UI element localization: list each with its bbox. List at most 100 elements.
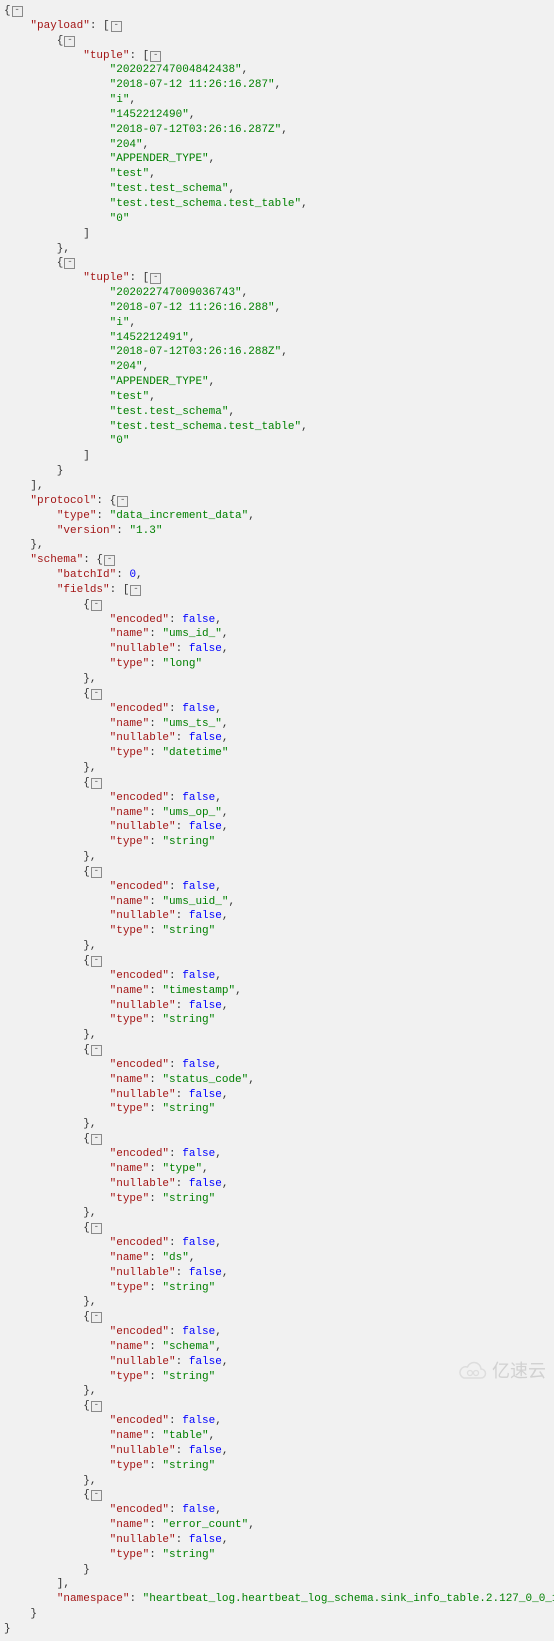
json-key: "type" xyxy=(110,1193,150,1205)
json-string-value: "test.test_schema" xyxy=(110,406,229,418)
json-key: "nullable" xyxy=(110,1445,176,1457)
json-key: "nullable" xyxy=(110,910,176,922)
json-string-value: "2018-07-12T03:26:16.287Z" xyxy=(110,124,282,136)
json-string-value: "0" xyxy=(110,435,130,447)
json-string-value: "2018-07-12 11:26:16.288" xyxy=(110,302,275,314)
json-string-value: "ums_uid_" xyxy=(162,896,228,908)
json-boolean-value: false xyxy=(182,970,215,982)
json-boolean-value: false xyxy=(182,881,215,893)
json-string-value: "long" xyxy=(162,658,202,670)
collapse-toggle-icon[interactable]: - xyxy=(91,1490,102,1501)
json-boolean-value: false xyxy=(182,1504,215,1516)
json-key: "encoded" xyxy=(110,1504,169,1516)
json-key: "schema" xyxy=(30,554,83,566)
json-key: "name" xyxy=(110,1341,150,1353)
json-string-value: "string" xyxy=(162,1460,215,1472)
json-key: "type" xyxy=(57,510,97,522)
collapse-toggle-icon[interactable]: - xyxy=(91,1312,102,1323)
json-boolean-value: false xyxy=(189,1178,222,1190)
json-key: "name" xyxy=(110,1163,150,1175)
json-string-value: "datetime" xyxy=(162,747,228,759)
json-string-value: "status_code" xyxy=(162,1074,248,1086)
json-string-value: "string" xyxy=(162,1193,215,1205)
collapse-toggle-icon[interactable]: - xyxy=(104,555,115,566)
json-key: "name" xyxy=(110,896,150,908)
collapse-toggle-icon[interactable]: - xyxy=(64,36,75,47)
json-string-value: "schema" xyxy=(162,1341,215,1353)
collapse-toggle-icon[interactable]: - xyxy=(91,1223,102,1234)
json-string-value: "test" xyxy=(110,168,150,180)
json-key: "name" xyxy=(110,718,150,730)
collapse-toggle-icon[interactable]: - xyxy=(117,496,128,507)
json-key: "encoded" xyxy=(110,1326,169,1338)
collapse-toggle-icon[interactable]: - xyxy=(91,778,102,789)
collapse-toggle-icon[interactable]: - xyxy=(91,600,102,611)
json-string-value: "0" xyxy=(110,213,130,225)
json-string-value: "ums_id_" xyxy=(162,628,221,640)
json-key: "fields" xyxy=(57,584,110,596)
json-string-value: "2018-07-12T03:26:16.288Z" xyxy=(110,346,282,358)
json-key: "type" xyxy=(110,1282,150,1294)
json-key: "encoded" xyxy=(110,1148,169,1160)
json-key: "name" xyxy=(110,628,150,640)
json-key: "encoded" xyxy=(110,792,169,804)
json-key: "type" xyxy=(110,658,150,670)
json-key: "encoded" xyxy=(110,1059,169,1071)
json-key: "name" xyxy=(110,1074,150,1086)
cloud-logo-icon xyxy=(458,1360,488,1382)
collapse-toggle-icon[interactable]: - xyxy=(64,258,75,269)
collapse-toggle-icon[interactable]: - xyxy=(91,867,102,878)
json-boolean-value: false xyxy=(182,1415,215,1427)
collapse-toggle-icon[interactable]: - xyxy=(91,956,102,967)
json-key: "type" xyxy=(110,747,150,759)
collapse-toggle-icon[interactable]: - xyxy=(91,1134,102,1145)
json-string-value: "i" xyxy=(110,317,130,329)
collapse-toggle-icon[interactable]: - xyxy=(91,689,102,700)
json-number-value: 0 xyxy=(129,569,136,581)
collapse-toggle-icon[interactable]: - xyxy=(150,51,161,62)
json-boolean-value: false xyxy=(189,1445,222,1457)
json-boolean-value: false xyxy=(189,643,222,655)
json-boolean-value: false xyxy=(182,703,215,715)
json-boolean-value: false xyxy=(189,910,222,922)
collapse-toggle-icon[interactable]: - xyxy=(91,1401,102,1412)
collapse-toggle-icon[interactable]: - xyxy=(150,273,161,284)
collapse-toggle-icon[interactable]: - xyxy=(130,585,141,596)
collapse-toggle-icon[interactable]: - xyxy=(12,6,23,17)
json-string-value: "type" xyxy=(162,1163,202,1175)
json-string-value: "test" xyxy=(110,391,150,403)
json-boolean-value: false xyxy=(189,1000,222,1012)
json-key: "name" xyxy=(110,1430,150,1442)
json-key: "encoded" xyxy=(110,614,169,626)
json-boolean-value: false xyxy=(182,792,215,804)
collapse-toggle-icon[interactable]: - xyxy=(111,21,122,32)
json-key: "nullable" xyxy=(110,1356,176,1368)
json-key: "version" xyxy=(57,525,116,537)
json-key: "encoded" xyxy=(110,1237,169,1249)
json-key: "name" xyxy=(110,807,150,819)
json-boolean-value: false xyxy=(189,821,222,833)
json-string-value: "string" xyxy=(162,1549,215,1561)
json-string-value: "string" xyxy=(162,1014,215,1026)
json-key: "type" xyxy=(110,1371,150,1383)
json-key: "type" xyxy=(110,925,150,937)
collapse-toggle-icon[interactable]: - xyxy=(91,1045,102,1056)
json-string-value: "table" xyxy=(162,1430,208,1442)
json-key: "type" xyxy=(110,1014,150,1026)
json-key: "tuple" xyxy=(83,272,129,284)
json-key: "nullable" xyxy=(110,643,176,655)
json-string-value: "204" xyxy=(110,139,143,151)
json-string-value: "1452212490" xyxy=(110,109,189,121)
json-string-value: "202022747009036743" xyxy=(110,287,242,299)
json-key: "nullable" xyxy=(110,1089,176,1101)
json-string-value: "204" xyxy=(110,361,143,373)
json-boolean-value: false xyxy=(189,1267,222,1279)
json-key: "namespace" xyxy=(57,1593,130,1605)
json-key: "tuple" xyxy=(83,50,129,62)
json-key: "nullable" xyxy=(110,1534,176,1546)
json-key: "protocol" xyxy=(30,495,96,507)
json-string-value: "test.test_schema" xyxy=(110,183,229,195)
json-key: "type" xyxy=(110,1460,150,1472)
json-string-value: "APPENDER_TYPE" xyxy=(110,153,209,165)
watermark-text: 亿速云 xyxy=(492,1359,546,1383)
